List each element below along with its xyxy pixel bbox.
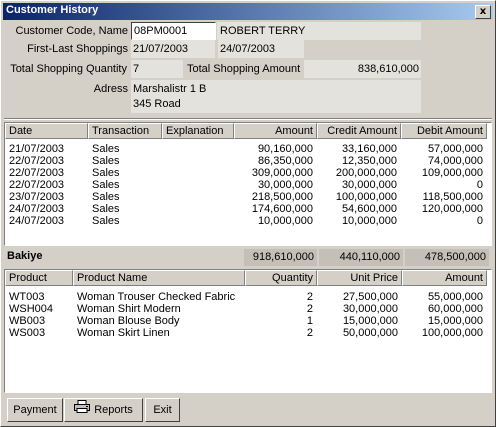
totals-credit: 440,110,000 [319, 249, 403, 266]
address-line2-field: 345 Road [131, 95, 421, 113]
cell-date: 24/07/2003 [9, 203, 65, 215]
first-shopping-field: 21/07/2003 [131, 40, 215, 58]
cell-product: WB003 [9, 315, 46, 327]
cell-credit-amount: 200,000,000 [335, 167, 397, 179]
col-header-product-name[interactable]: Product Name [73, 270, 245, 286]
cell-debit-amount: 118,500,000 [422, 191, 483, 203]
cell-date: 21/07/2003 [9, 143, 65, 155]
cell-amount: 90,160,000 [257, 143, 313, 155]
totals-debit: 478,500,000 [405, 249, 489, 266]
totals-amount: 918,610,000 [244, 249, 317, 266]
cell-transaction: Sales [92, 143, 120, 155]
customer-code-label: Customer Code, Name [15, 25, 129, 37]
divider [4, 118, 492, 120]
col-header-unit-price[interactable]: Unit Price [317, 270, 402, 286]
cell-transaction: Sales [92, 167, 120, 179]
cell-date: 24/07/2003 [9, 215, 65, 227]
cell-date: 23/07/2003 [9, 191, 65, 203]
cell-unit-price: 27,500,000 [342, 291, 398, 303]
col-header-credit-amount[interactable]: Credit Amount [317, 123, 401, 139]
totals-bar: Bakiye 918,610,000 440,110,000 478,500,0… [4, 247, 492, 267]
cell-amount: 55,000,000 [427, 291, 483, 303]
title-bar[interactable]: Customer History x [3, 3, 493, 20]
cell-quantity: 2 [306, 327, 313, 339]
totals-label: Bakiye [7, 250, 43, 262]
cell-product-name: Woman Skirt Linen [77, 327, 170, 339]
cell-date: 22/07/2003 [9, 179, 65, 191]
col-header-explanation[interactable]: Explanation [162, 123, 234, 139]
last-shopping-field: 24/07/2003 [218, 40, 304, 58]
col-header-debit-amount[interactable]: Debit Amount [401, 123, 487, 139]
address-label: Adress [93, 83, 128, 95]
total-quantity-field: 7 [131, 60, 183, 78]
customer-history-window: Customer History x Customer Code, Name 0… [0, 0, 496, 427]
cell-unit-price: 50,000,000 [342, 327, 398, 339]
cell-amount: 86,350,000 [257, 155, 313, 167]
cell-date: 22/07/2003 [9, 155, 65, 167]
cell-credit-amount: 10,000,000 [341, 215, 397, 227]
cell-debit-amount: 74,000,000 [427, 155, 483, 167]
total-quantity-label: Total Shopping Quantity [10, 63, 127, 75]
col-header-amount[interactable]: Amount [234, 123, 317, 139]
cell-product-name: Woman Shirt Modern [77, 303, 181, 315]
col-header-quantity[interactable]: Quantity [245, 270, 317, 286]
cell-unit-price: 15,000,000 [342, 315, 398, 327]
col-header-transaction[interactable]: Transaction [88, 123, 162, 139]
cell-quantity: 2 [306, 303, 313, 315]
cell-product: WSH004 [9, 303, 54, 315]
payment-button[interactable]: Payment [7, 398, 63, 422]
cell-quantity: 1 [306, 315, 313, 327]
cell-date: 22/07/2003 [9, 167, 65, 179]
cell-amount: 10,000,000 [257, 215, 313, 227]
cell-credit-amount: 33,160,000 [341, 143, 397, 155]
cell-product: WS003 [9, 327, 46, 339]
cell-amount: 15,000,000 [427, 315, 483, 327]
cell-debit-amount: 0 [476, 215, 483, 227]
customer-code-field[interactable]: 08PM0001 [131, 22, 216, 40]
cell-amount: 100,000,000 [421, 327, 483, 339]
total-amount-label: Total Shopping Amount [187, 63, 301, 75]
cell-credit-amount: 100,000,000 [335, 191, 397, 203]
customer-name-field: ROBERT TERRY [217, 22, 421, 40]
cell-product-name: Woman Blouse Body [77, 315, 180, 327]
cell-transaction: Sales [92, 215, 120, 227]
cell-amount: 174,600,000 [251, 203, 313, 215]
cell-amount: 60,000,000 [427, 303, 483, 315]
cell-amount: 30,000,000 [257, 179, 313, 191]
cell-amount: 218,500,000 [251, 191, 313, 203]
reports-button-label: Reports [94, 404, 133, 416]
reports-button[interactable]: Reports [64, 398, 143, 422]
cell-debit-amount: 0 [476, 179, 483, 191]
cell-amount: 309,000,000 [251, 167, 313, 179]
printer-icon [74, 399, 91, 421]
exit-button[interactable]: Exit [145, 398, 180, 422]
col-header-amount[interactable]: Amount [402, 270, 487, 286]
products-grid[interactable]: Product Product Name Quantity Unit Price Amo… [4, 269, 492, 393]
cell-transaction: Sales [92, 155, 120, 167]
total-amount-field: 838,610,000 [304, 60, 421, 78]
cell-transaction: Sales [92, 191, 120, 203]
window-title: Customer History [6, 4, 99, 16]
shoppings-label: First-Last Shoppings [27, 43, 128, 55]
cell-credit-amount: 30,000,000 [341, 179, 397, 191]
transactions-grid[interactable]: Date Transaction Explanation Amount Credit A… [4, 122, 492, 246]
cell-credit-amount: 12,350,000 [341, 155, 397, 167]
cell-quantity: 2 [306, 291, 313, 303]
cell-debit-amount: 120,000,000 [421, 203, 483, 215]
cell-credit-amount: 54,600,000 [341, 203, 397, 215]
cell-debit-amount: 57,000,000 [427, 143, 483, 155]
cell-unit-price: 30,000,000 [342, 303, 398, 315]
col-header-product[interactable]: Product [5, 270, 73, 286]
close-button[interactable]: x [475, 5, 491, 19]
cell-product: WT003 [9, 291, 45, 303]
cell-product-name: Woman Trouser Checked Fabric [77, 291, 236, 303]
cell-transaction: Sales [92, 203, 120, 215]
cell-transaction: Sales [92, 179, 120, 191]
cell-debit-amount: 109,000,000 [421, 167, 483, 179]
col-header-date[interactable]: Date [5, 123, 88, 139]
